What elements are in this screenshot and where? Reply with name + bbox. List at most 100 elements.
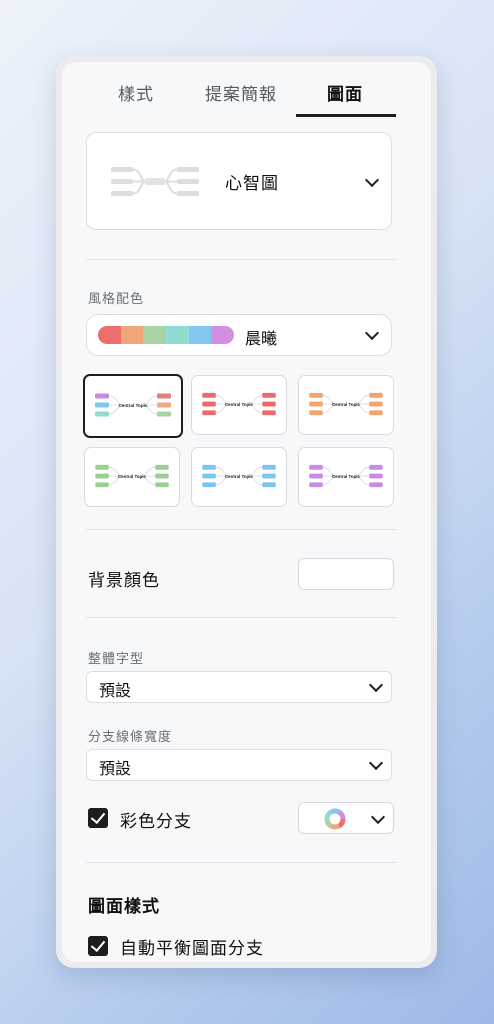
branch-node bbox=[95, 411, 109, 417]
font-value: 預設 bbox=[99, 681, 132, 700]
chevron-down-icon bbox=[364, 325, 380, 341]
palette-preview bbox=[98, 326, 234, 344]
colorful-branch-checkbox[interactable] bbox=[88, 808, 108, 828]
color-theme-select[interactable]: 晨曦 bbox=[86, 314, 392, 356]
branch-node bbox=[95, 482, 109, 488]
mindmap-structure-icon bbox=[111, 167, 199, 196]
branch-node bbox=[309, 401, 323, 407]
tab-bar: 樣式 提案簡報 圖面 bbox=[62, 62, 431, 120]
palette-color-swatch bbox=[143, 326, 167, 344]
mindmap-preview-icon: Central Topic bbox=[95, 393, 171, 417]
auto-balance-label: 自動平衡圖面分支 bbox=[120, 939, 264, 959]
branch-node bbox=[95, 473, 109, 479]
branch-node bbox=[95, 402, 109, 408]
divider bbox=[86, 862, 396, 863]
theme-thumbnail-3[interactable]: Central Topic bbox=[298, 375, 394, 435]
branch-node bbox=[155, 482, 169, 488]
branch-node bbox=[369, 392, 383, 398]
colorful-branch-label: 彩色分支 bbox=[120, 812, 192, 832]
branch-node bbox=[309, 392, 323, 398]
background-color-swatch[interactable] bbox=[298, 558, 394, 590]
branch-node bbox=[369, 464, 383, 470]
chevron-down-icon bbox=[368, 677, 384, 693]
branch-color-select[interactable] bbox=[298, 802, 394, 834]
branch-node bbox=[262, 392, 276, 398]
divider bbox=[86, 259, 396, 260]
divider bbox=[86, 529, 396, 530]
structure-label: 心智圖 bbox=[225, 174, 279, 194]
background-color-label: 背景顏色 bbox=[88, 571, 160, 591]
mindmap-preview-icon: Central Topic bbox=[202, 464, 276, 488]
line-width-label: 分支線條寬度 bbox=[88, 730, 173, 745]
palette-color-swatch bbox=[166, 326, 189, 344]
branch-node bbox=[309, 482, 323, 488]
line-width-select[interactable]: 預設 bbox=[86, 749, 392, 781]
theme-thumbnail-5[interactable]: Central Topic bbox=[191, 447, 287, 507]
theme-thumbnail-2[interactable]: Central Topic bbox=[191, 375, 287, 435]
mindmap-preview-icon: Central Topic bbox=[309, 392, 383, 416]
line-width-value: 預設 bbox=[99, 759, 132, 778]
divider bbox=[86, 617, 396, 618]
branch-node bbox=[95, 393, 109, 399]
theme-thumbnail-grid: Central Topic Central Topic Central Topic C… bbox=[82, 374, 400, 511]
branch-node bbox=[202, 401, 216, 407]
central-topic-text: Central Topic bbox=[118, 403, 147, 408]
branch-node bbox=[369, 473, 383, 479]
branch-node bbox=[369, 410, 383, 416]
central-topic-text: Central Topic bbox=[332, 474, 361, 479]
central-topic-text: Central Topic bbox=[332, 402, 361, 407]
font-select[interactable]: 預設 bbox=[86, 671, 392, 703]
branch-node bbox=[157, 411, 171, 417]
branch-node bbox=[262, 482, 276, 488]
settings-panel: 樣式 提案簡報 圖面 心智圖 風格配色 晨曦 Central Topic Cen… bbox=[56, 56, 437, 968]
theme-thumbnail-4[interactable]: Central Topic bbox=[84, 447, 180, 507]
settings-panel-body: 樣式 提案簡報 圖面 心智圖 風格配色 晨曦 Central Topic Cen… bbox=[62, 62, 431, 962]
mindmap-preview-icon: Central Topic bbox=[95, 464, 169, 488]
auto-balance-checkbox[interactable] bbox=[88, 936, 108, 956]
branch-node bbox=[202, 473, 216, 479]
branch-node bbox=[155, 473, 169, 479]
branch-node bbox=[369, 482, 383, 488]
branch-node bbox=[202, 392, 216, 398]
mindmap-preview-icon: Central Topic bbox=[202, 392, 276, 416]
branch-node bbox=[157, 402, 171, 408]
branch-node bbox=[202, 482, 216, 488]
central-topic-text: Central Topic bbox=[225, 474, 254, 479]
branch-node bbox=[262, 473, 276, 479]
color-theme-value: 晨曦 bbox=[245, 329, 278, 348]
central-topic-text: Central Topic bbox=[225, 402, 254, 407]
theme-thumbnail-6[interactable]: Central Topic bbox=[298, 447, 394, 507]
font-label: 整體字型 bbox=[88, 652, 145, 667]
branch-node bbox=[309, 473, 323, 479]
branch-node bbox=[262, 401, 276, 407]
branch-node bbox=[202, 410, 216, 416]
checkmark-icon bbox=[90, 808, 106, 825]
chevron-down-icon bbox=[368, 755, 384, 771]
branch-node bbox=[309, 410, 323, 416]
active-tab-indicator bbox=[296, 114, 396, 117]
chevron-down-icon bbox=[364, 172, 380, 188]
branch-node bbox=[262, 464, 276, 470]
chevron-down-icon bbox=[370, 809, 386, 825]
palette-color-swatch bbox=[98, 326, 121, 344]
tab-style[interactable]: 樣式 bbox=[118, 80, 154, 105]
branch-node bbox=[155, 464, 169, 470]
structure-select[interactable]: 心智圖 bbox=[86, 132, 392, 230]
central-topic-text: Central Topic bbox=[118, 474, 147, 479]
mindmap-preview-icon: Central Topic bbox=[309, 464, 383, 488]
tab-pitch[interactable]: 提案簡報 bbox=[205, 80, 277, 105]
branch-node bbox=[369, 401, 383, 407]
color-theme-label: 風格配色 bbox=[88, 292, 145, 307]
map-style-heading: 圖面樣式 bbox=[88, 897, 160, 917]
palette-color-swatch bbox=[211, 326, 234, 344]
tab-map[interactable]: 圖面 bbox=[327, 80, 363, 105]
palette-color-swatch bbox=[120, 326, 144, 344]
branch-node bbox=[95, 464, 109, 470]
theme-thumbnail-1[interactable]: Central Topic bbox=[83, 374, 183, 438]
branch-node bbox=[157, 393, 171, 399]
palette-color-swatch bbox=[188, 326, 212, 344]
branch-node bbox=[309, 464, 323, 470]
branch-node bbox=[202, 464, 216, 470]
color-wheel-icon bbox=[324, 808, 346, 830]
checkmark-icon bbox=[90, 936, 106, 953]
